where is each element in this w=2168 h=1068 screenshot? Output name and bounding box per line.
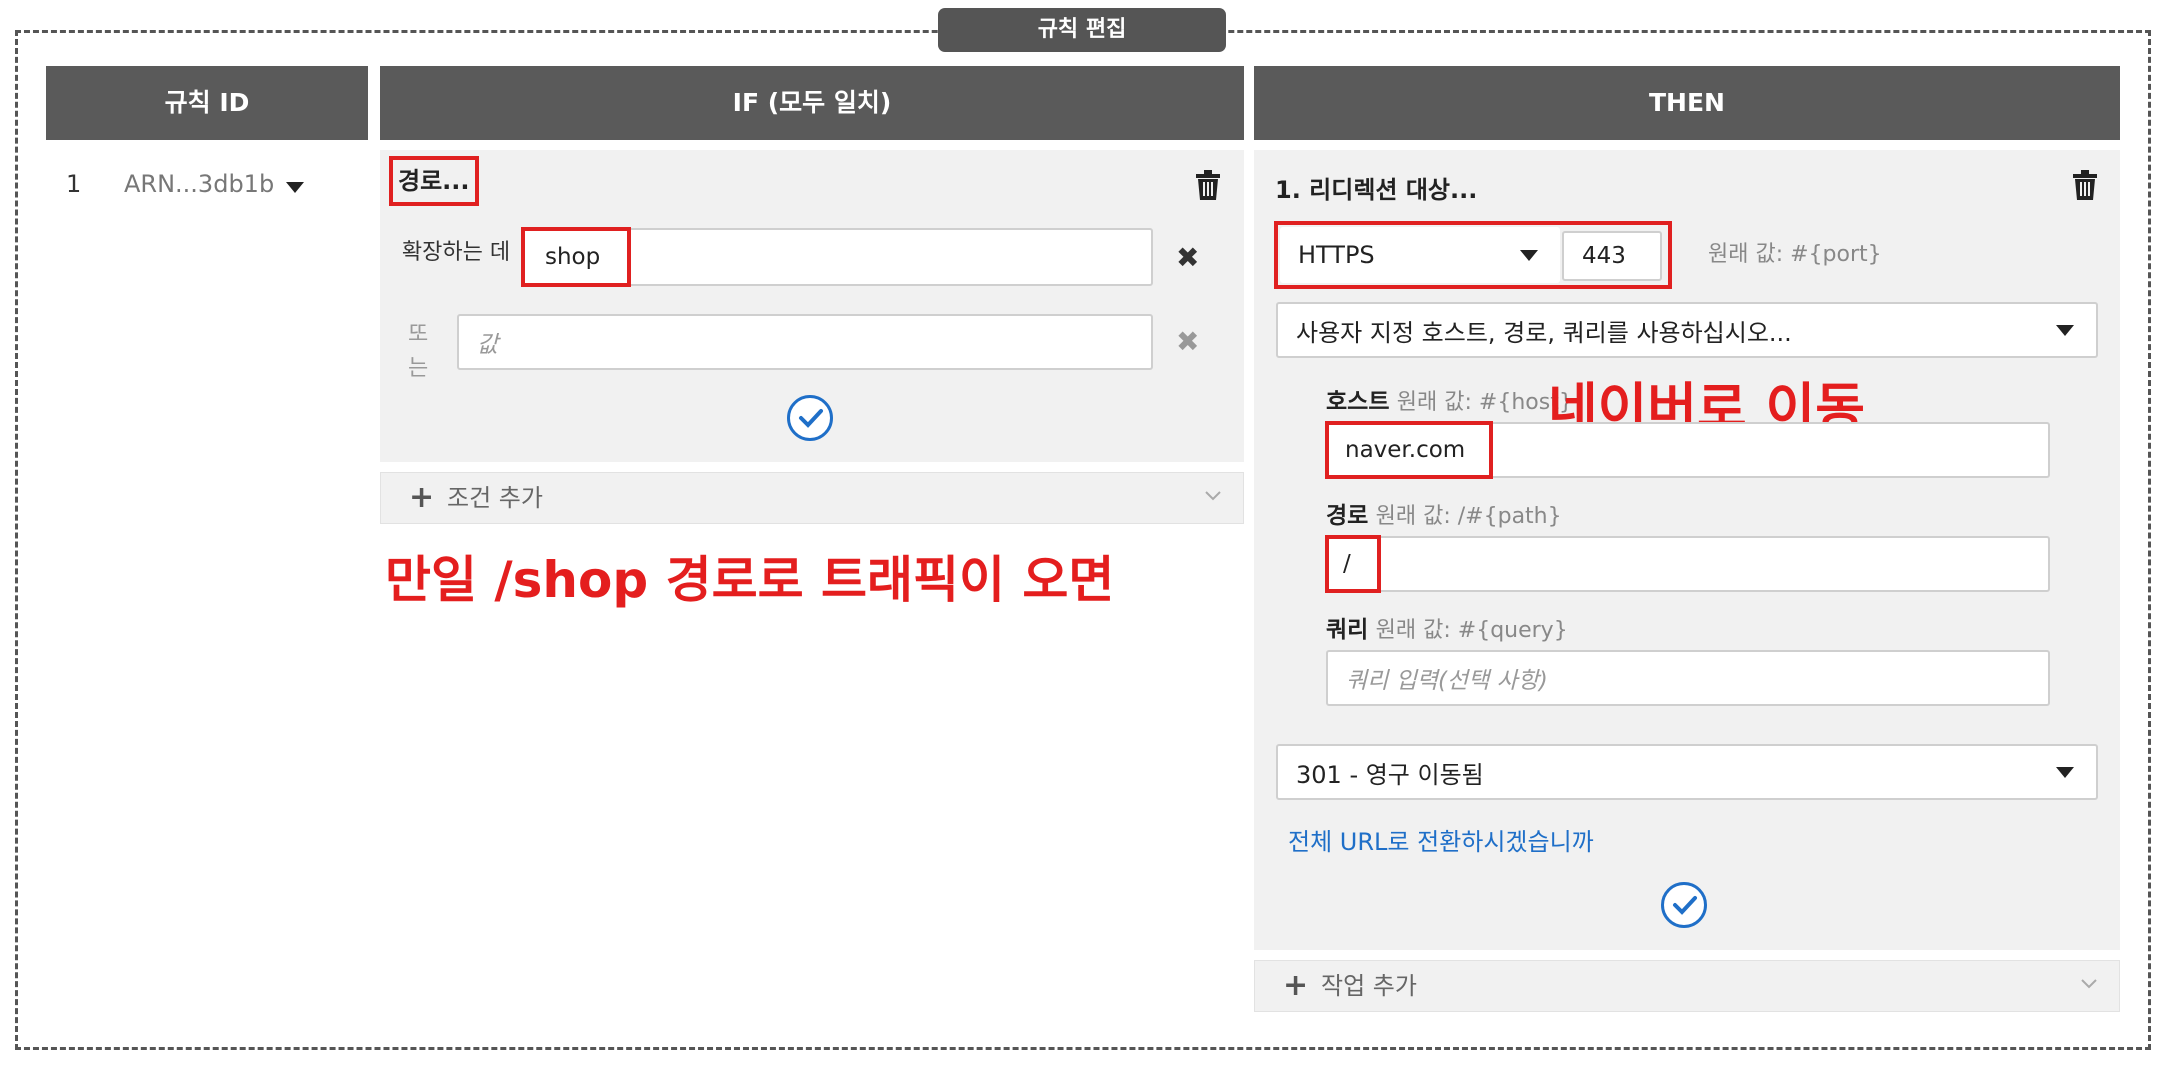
query-hint: 원래 값: #{query} <box>1375 618 1568 643</box>
query-label-row: 쿼리 원래 값: #{query} <box>1326 610 1568 644</box>
frame-title: 규칙 편집 <box>938 8 1226 52</box>
chevron-down-icon <box>1205 491 1221 501</box>
status-code-value: 301 - 영구 이동됨 <box>1296 760 1484 789</box>
add-condition-label: 조건 추가 <box>447 484 543 512</box>
or-value-placeholder: 값 <box>477 332 499 358</box>
add-action-button[interactable]: + 작업 추가 <box>1254 960 2120 1012</box>
if-annotation: 만일 /shop 경로로 트래픽이 오면 <box>385 551 1115 609</box>
path-label: 경로 <box>1326 503 1369 529</box>
plus-icon: + <box>409 480 435 515</box>
header-if: IF (모두 일치) <box>380 66 1244 140</box>
header-rule-id: 규칙 ID <box>46 66 368 140</box>
match-label: 확장하는 데 <box>401 240 511 265</box>
path-value: / <box>1325 535 1381 593</box>
query-input[interactable]: 쿼리 입력(선택 사항) <box>1326 650 2050 706</box>
chevron-down-icon <box>286 182 304 193</box>
protocol-value: HTTPS <box>1298 241 1375 269</box>
query-label: 쿼리 <box>1326 617 1369 643</box>
port-value: 443 <box>1582 243 1626 269</box>
header-then: THEN <box>1254 66 2120 140</box>
plus-icon: + <box>1283 968 1309 1003</box>
host-label: 호스트 <box>1326 389 1390 415</box>
trash-icon[interactable] <box>2072 170 2098 204</box>
rule-arn-dropdown[interactable]: ARN...3db1b <box>124 170 314 202</box>
or-label: 또는 <box>408 322 429 381</box>
chevron-down-icon <box>2056 767 2074 778</box>
full-url-link[interactable]: 전체 URL로 전환하시겠습니까 <box>1288 822 1594 857</box>
custom-host-select[interactable]: 사용자 지정 호스트, 경로, 쿼리를 사용하십시오... <box>1276 302 2098 358</box>
confirm-condition-button[interactable] <box>787 395 833 441</box>
path-hint: 원래 값: /#{path} <box>1375 504 1562 529</box>
custom-host-value: 사용자 지정 호스트, 경로, 쿼리를 사용하십시오... <box>1296 318 1792 347</box>
chevron-down-icon <box>1520 250 1538 261</box>
port-hint: 원래 값: #{port} <box>1708 242 1882 267</box>
chevron-down-icon <box>2056 325 2074 336</box>
query-placeholder: 쿼리 입력(선택 사항) <box>1346 668 1548 694</box>
status-code-select[interactable]: 301 - 영구 이동됨 <box>1276 744 2098 800</box>
chevron-down-icon <box>2081 979 2097 989</box>
check-icon <box>1673 896 1697 915</box>
host-label-row: 호스트 원래 값: #{host} <box>1326 382 1573 416</box>
path-label-row: 경로 원래 값: /#{path} <box>1326 496 1562 530</box>
protocol-select[interactable]: HTTPS <box>1280 227 1560 283</box>
port-input[interactable]: 443 <box>1562 231 1662 281</box>
add-condition-button[interactable]: + 조건 추가 <box>380 472 1244 524</box>
confirm-action-button[interactable] <box>1661 882 1707 928</box>
action-title: 1. 리디렉션 대상... <box>1275 176 1478 204</box>
condition-type-label[interactable]: 경로... <box>389 156 479 206</box>
host-value: naver.com <box>1325 421 1493 479</box>
add-action-label: 작업 추가 <box>1321 972 1417 1000</box>
remove-value-icon[interactable]: ✖ <box>1176 244 1199 272</box>
check-icon <box>799 409 823 428</box>
rule-arn: ARN...3db1b <box>124 170 275 198</box>
remove-or-icon[interactable]: ✖ <box>1176 328 1199 356</box>
condition-value: shop <box>521 227 631 287</box>
path-input[interactable] <box>1326 536 2050 592</box>
trash-icon[interactable] <box>1195 170 1221 204</box>
host-hint: 원래 값: #{host} <box>1396 390 1573 415</box>
rule-number: 1 <box>66 170 82 198</box>
or-value-input[interactable]: 값 <box>457 314 1153 370</box>
